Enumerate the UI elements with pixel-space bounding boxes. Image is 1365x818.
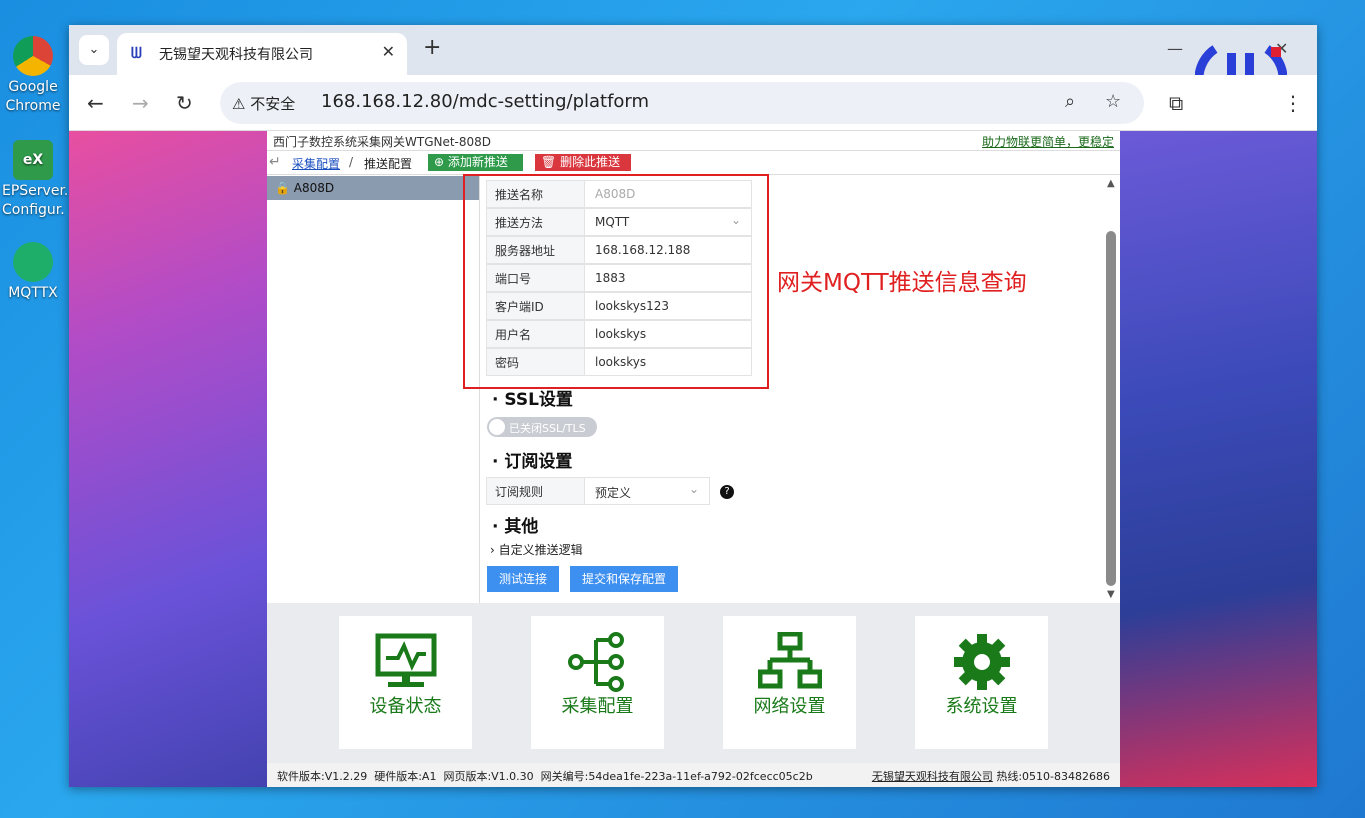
reload-button[interactable]: ↻ <box>176 91 193 115</box>
sidebar-item-a808d[interactable]: 🔒 A808D <box>267 176 479 200</box>
delete-push-label: 删除此推送 <box>560 155 621 169</box>
add-push-label: 添加新推送 <box>447 155 508 169</box>
browser-tab[interactable]: ᗯ 无锡望天观科技有限公司 ✕ <box>117 33 407 75</box>
dock-system-settings[interactable]: 系统设置 <box>915 616 1048 749</box>
breadcrumb-separator: / <box>349 155 354 169</box>
subscribe-section-title: · 订阅设置 <box>492 452 573 472</box>
app-slogan-link[interactable]: 助力物联更简单，更稳定 <box>982 133 1114 150</box>
desktop-icon-epserver[interactable]: eX EPServer. Configur. <box>2 140 68 220</box>
hardware-version: 硬件版本:A1 <box>374 770 437 783</box>
lock-icon: 🔒 <box>275 181 294 195</box>
company-link[interactable]: 无锡望天观科技有限公司 <box>872 770 993 783</box>
plus-circle-icon: ⊕ <box>434 155 448 169</box>
tab-close-icon[interactable]: ✕ <box>382 42 395 61</box>
network-icon <box>723 616 856 692</box>
test-connection-button[interactable]: 测试连接 <box>487 566 560 592</box>
scroll-down-icon[interactable]: ▼ <box>1107 589 1115 600</box>
breadcrumb-current: 推送配置 <box>364 157 413 171</box>
gateway-app: 西门子数控系统采集网关WTGNet-808D 助力物联更简单，更稳定 ↵ 采集配… <box>267 131 1120 787</box>
extensions-icon[interactable]: ⧉ <box>1169 91 1183 115</box>
ssl-toggle-label: 已关闭SSL/TLS <box>509 422 586 435</box>
annotation-text: 网关MQTT推送信息查询 <box>777 270 1027 296</box>
desktop-icon-label: EPServer. Configur. <box>2 183 69 218</box>
footer-right: 无锡望天观科技有限公司 热线:0510-83482686 <box>872 768 1110 784</box>
chrome-icon <box>13 36 53 76</box>
other-section-title: · 其他 <box>492 517 539 537</box>
minimize-icon[interactable]: — <box>1167 39 1183 58</box>
omnibox[interactable]: ⚠ 不安全 168.168.12.80/mdc-setting/platform… <box>220 82 1144 124</box>
dock-device-status[interactable]: 设备状态 <box>339 616 472 749</box>
form-row-subscribe: 订阅规则 预定义 ⌄ <box>486 477 710 505</box>
address-bar: ← → ↻ ⚠ 不安全 168.168.12.80/mdc-setting/pl… <box>69 75 1317 131</box>
gear-icon <box>915 616 1048 692</box>
monitor-icon <box>339 616 472 692</box>
dock-label: 网络设置 <box>753 696 826 717</box>
back-button[interactable]: ← <box>87 91 104 115</box>
dock-collect-config[interactable]: 采集配置 <box>531 616 664 749</box>
app-footer: 软件版本:V1.2.29 硬件版本:A1 网页版本:V1.0.30 网关编号:5… <box>267 763 1120 787</box>
new-tab-button[interactable]: + <box>423 35 441 60</box>
delete-push-button[interactable]: 🗑 删除此推送 <box>535 154 631 171</box>
ssl-section-title: · SSL设置 <box>492 390 573 410</box>
not-secure-badge[interactable]: ⚠ 不安全 <box>232 93 295 114</box>
site-favicon-icon: ᗯ <box>131 44 142 62</box>
node-tree-icon <box>531 616 664 692</box>
zoom-icon[interactable]: ⌕ <box>1065 91 1075 112</box>
page-background: 西门子数控系统采集网关WTGNet-808D 助力物联更简单，更稳定 ↵ 采集配… <box>69 131 1317 787</box>
software-version: 软件版本:V1.2.29 <box>277 770 368 783</box>
ssl-toggle[interactable]: 已关闭SSL/TLS <box>487 417 597 437</box>
desktop-icon-label: MQTTX <box>8 285 58 301</box>
form-label: 订阅规则 <box>487 478 585 504</box>
bottom-dock: 设备状态 采集配置 网络设置 系统设置 <box>267 603 1120 763</box>
security-text: 不安全 <box>250 95 296 113</box>
app-title: 西门子数控系统采集网关WTGNet-808D <box>273 135 492 149</box>
tab-bar: ⌄ ᗯ 无锡望天观科技有限公司 ✕ + — ✕ <box>69 25 1317 113</box>
help-icon[interactable]: ? <box>720 485 734 499</box>
expander-label: 自定义推送逻辑 <box>498 543 583 557</box>
menu-dots-icon[interactable]: ⋮ <box>1283 91 1303 115</box>
desktop-icon-label: Google Chrome <box>5 79 61 114</box>
page-background-right <box>1120 131 1317 787</box>
push-list-sidebar: 🔒 A808D <box>267 176 480 603</box>
content-scrollbar[interactable]: ▲ ▼ <box>1104 176 1120 603</box>
scroll-up-icon[interactable]: ▲ <box>1107 178 1115 189</box>
trash-icon: 🗑 <box>541 155 561 169</box>
desktop-icon-mqttx[interactable]: MQTTX <box>2 242 64 303</box>
gateway-id: 网关编号:54dea1fe-223a-11ef-a792-02fcecc05c2… <box>540 770 813 783</box>
tab-title: 无锡望天观科技有限公司 <box>159 47 313 63</box>
bookmark-star-icon[interactable]: ☆ <box>1105 91 1121 112</box>
push-config-panel: 推送名称 A808D 推送方法 MQTT ⌄ 服务器地址 168.168.12.… <box>463 174 1120 603</box>
scroll-thumb[interactable] <box>1106 231 1116 586</box>
dock-network-settings[interactable]: 网络设置 <box>723 616 856 749</box>
chevron-right-icon: › <box>490 543 499 557</box>
subscribe-rule-select[interactable]: 预定义 <box>595 484 631 501</box>
tab-search-button[interactable]: ⌄ <box>79 35 109 65</box>
app-header: 西门子数控系统采集网关WTGNet-808D 助力物联更简单，更稳定 <box>267 131 1120 151</box>
breadcrumb-parent-link[interactable]: 采集配置 <box>292 155 340 172</box>
hotline: 热线:0510-83482686 <box>996 770 1110 783</box>
custom-logic-expander[interactable]: › 自定义推送逻辑 <box>490 541 583 558</box>
sidebar-item-label: A808D <box>293 181 335 195</box>
desktop-icon-chrome[interactable]: Google Chrome <box>2 36 64 116</box>
url-text[interactable]: 168.168.12.80/mdc-setting/platform <box>321 91 649 112</box>
dock-label: 系统设置 <box>945 696 1018 717</box>
add-push-button[interactable]: ⊕ 添加新推送 <box>428 154 523 171</box>
epserver-icon: eX <box>13 140 53 180</box>
back-arrow-icon[interactable]: ↵ <box>269 154 281 170</box>
chevron-down-icon[interactable]: ⌄ <box>689 482 699 496</box>
annotation-highlight-box <box>463 174 769 389</box>
breadcrumb: ↵ 采集配置 / 推送配置 ⊕ 添加新推送 🗑 删除此推送 <box>267 151 1120 175</box>
mqttx-icon <box>13 242 53 282</box>
browser-window: ⌄ ᗯ 无锡望天观科技有限公司 ✕ + — ✕ ← → ↻ ⚠ 不安全 168.… <box>69 25 1317 787</box>
dock-label: 设备状态 <box>369 696 442 717</box>
web-version: 网页版本:V1.0.30 <box>443 770 534 783</box>
toggle-knob <box>489 419 505 435</box>
forward-button[interactable]: → <box>132 91 149 115</box>
save-config-button[interactable]: 提交和保存配置 <box>570 566 679 592</box>
dock-label: 采集配置 <box>561 696 634 717</box>
